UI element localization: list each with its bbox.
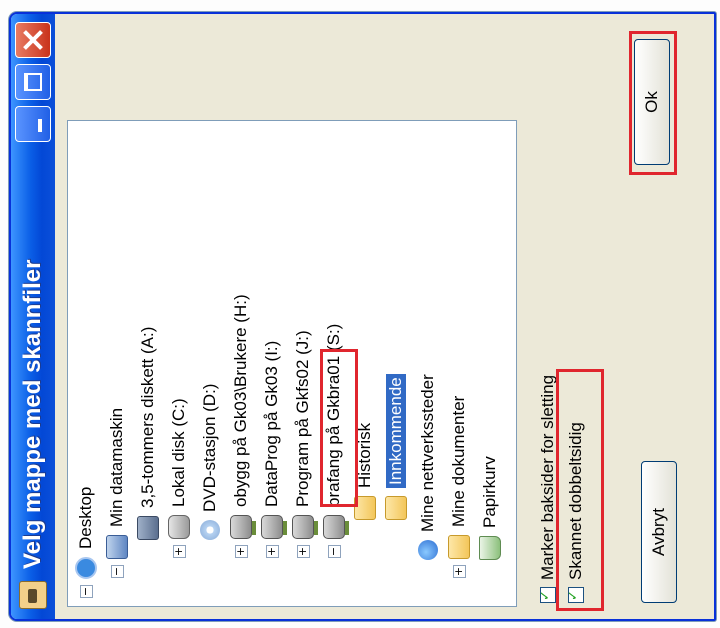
tree-item-innkommende[interactable]: Innkommende	[382, 373, 410, 520]
network-places-icon	[417, 539, 438, 560]
dvd-drive-icon	[199, 519, 220, 540]
checkbox-label: Marker baksider for sletting	[537, 374, 557, 580]
network-drive-icon	[322, 514, 345, 539]
tree-item-drive-i[interactable]: + DataProg på Gk03 (I:)	[258, 340, 286, 558]
collapse-icon[interactable]: −	[109, 564, 123, 578]
expand-icon[interactable]: +	[233, 544, 247, 558]
highlight-box-duplex	[555, 368, 604, 611]
minimize-icon[interactable]	[14, 105, 51, 142]
tree-item-drive-c[interactable]: + Lokal disk (C:)	[165, 398, 193, 558]
option-mark-backsides[interactable]: Marker baksider for sletting	[537, 374, 558, 603]
tree-item-drive-a[interactable]: 3,5-tommers diskett (A:)	[134, 326, 162, 540]
tree-item-label: Lokal disk (C:)	[168, 397, 188, 507]
checkbox-mark-backsides[interactable]	[539, 586, 556, 603]
tree-item-network-places[interactable]: Mine nettverkssteder	[414, 374, 442, 560]
close-icon[interactable]	[14, 21, 51, 58]
highlight-box-ok	[628, 30, 677, 175]
tree-item-drive-h[interactable]: + obygg på Gk03\Brukere (H:)	[227, 294, 255, 558]
dialog-window: Velg mappe med skannfiler − Desktop − Mi…	[8, 11, 716, 621]
folder-icon	[384, 495, 407, 520]
expand-icon[interactable]: +	[451, 564, 465, 578]
expand-icon[interactable]: +	[171, 544, 185, 558]
tree-item-label: obygg på Gk03\Brukere (H:)	[230, 293, 250, 507]
tree-item-recycle-bin[interactable]: Papirkurv	[476, 456, 504, 560]
folder-icon	[447, 534, 470, 559]
recycle-bin-icon	[478, 535, 501, 560]
network-drive-icon	[229, 514, 252, 539]
tree-item-drive-d[interactable]: DVD-stasjon (D:)	[196, 383, 224, 540]
expand-icon[interactable]: +	[264, 544, 278, 558]
tree-item-label: Min datamaskin	[106, 407, 126, 527]
tree-item-desktop[interactable]: − Desktop	[72, 486, 100, 598]
collapse-icon[interactable]: −	[326, 544, 340, 558]
tree-item-label: DVD-stasjon (D:)	[199, 383, 219, 512]
desktop-icon	[74, 556, 97, 579]
expand-icon[interactable]: +	[295, 544, 309, 558]
maximize-icon[interactable]	[14, 63, 51, 100]
network-drive-icon	[260, 514, 283, 539]
collapse-icon[interactable]: −	[78, 584, 92, 598]
tree-item-label-selected: Innkommende	[385, 373, 406, 488]
floppy-drive-icon	[136, 515, 159, 540]
window-title: Velg mappe med skannfiler	[18, 259, 46, 569]
tree-item-label: DataProg på Gk03 (I:)	[261, 340, 281, 507]
network-drive-icon	[291, 514, 314, 539]
tree-item-label: Mine dokumenter	[448, 395, 468, 527]
screenshot-stage: Velg mappe med skannfiler − Desktop − Mi…	[0, 0, 720, 628]
highlight-box-innkommende	[319, 348, 358, 507]
cancel-button[interactable]: Avbryt	[640, 460, 677, 603]
tree-item-label: Mine nettverkssteder	[417, 373, 437, 532]
computer-icon	[105, 534, 128, 559]
tree-item-label: Program på Gkfs02 (J:)	[292, 329, 312, 507]
tree-item-my-documents[interactable]: + Mine dokumenter	[445, 395, 473, 578]
tree-item-label: Papirkurv	[479, 455, 499, 528]
tree-item-my-computer[interactable]: − Min datamaskin	[103, 407, 131, 578]
tree-item-drive-j[interactable]: + Program på Gkfs02 (J:)	[289, 330, 317, 558]
tree-item-label: Desktop	[75, 486, 95, 549]
title-bar[interactable]: Velg mappe med skannfiler	[10, 13, 55, 619]
folder-tree[interactable]: − Desktop − Min datamaskin 3,5-tommers d…	[66, 119, 517, 607]
tree-item-label: 3,5-tommers diskett (A:)	[137, 326, 157, 508]
hard-disk-icon	[167, 514, 190, 539]
scanner-app-icon	[18, 580, 47, 609]
